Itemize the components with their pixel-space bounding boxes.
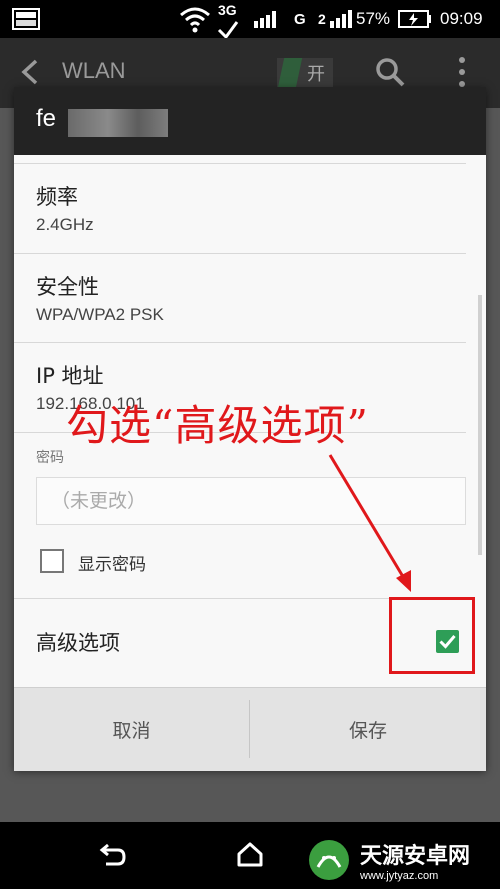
show-password-checkbox[interactable] — [40, 549, 64, 573]
security-value: WPA/WPA2 PSK — [36, 305, 164, 324]
status-bar: 3G G 2 57% 09:09 — [0, 0, 500, 40]
frequency-value: 2.4GHz — [36, 215, 94, 234]
watermark-text: 天源安卓网 www.jytyaz.com — [360, 838, 470, 882]
wlan-toggle[interactable]: 开 — [277, 58, 333, 88]
home-icon[interactable] — [236, 840, 264, 872]
divider — [14, 342, 466, 343]
divider — [14, 163, 466, 164]
redacted-name-blur — [68, 109, 168, 137]
network-2-label: 2 — [318, 11, 326, 27]
back-nav-icon[interactable] — [98, 842, 126, 872]
clock: 09:09 — [440, 9, 483, 28]
dialog-footer: 取消 保存 — [14, 687, 486, 771]
password-input[interactable] — [37, 478, 465, 524]
back-icon[interactable] — [18, 58, 42, 90]
wifi-icon — [178, 0, 212, 38]
password-label: 密码 — [36, 450, 64, 466]
advanced-options-label: 高级选项 — [36, 631, 120, 655]
toggle-indicator — [277, 58, 303, 88]
network-g-label: G — [294, 10, 306, 28]
frequency-label: 频率 — [36, 185, 78, 209]
save-button[interactable]: 保存 — [250, 688, 486, 771]
password-field[interactable] — [36, 477, 466, 525]
watermark-url: www.jytyaz.com — [360, 870, 439, 882]
annotation-highlight-box — [389, 597, 475, 674]
watermark: 天源安卓网 www.jytyaz.com — [306, 836, 470, 884]
divider — [14, 253, 466, 254]
toggle-label: 开 — [307, 64, 325, 85]
scrollbar[interactable] — [478, 295, 482, 555]
dialog-header: fe — [14, 87, 486, 155]
signal-icon-2 — [328, 0, 352, 38]
annotation-text: 勾选“高级选项” — [66, 401, 369, 450]
battery-percent: 57% — [356, 9, 391, 28]
page-title: WLAN — [62, 58, 126, 83]
signal-icon — [252, 0, 278, 38]
security-label: 安全性 — [36, 275, 99, 299]
network-name: fe — [36, 105, 57, 132]
show-password-label: 显示密码 — [78, 555, 146, 575]
cancel-button[interactable]: 取消 — [14, 688, 249, 771]
battery-charging-icon — [398, 0, 432, 38]
watermark-title: 天源安卓网 — [360, 844, 471, 869]
image-icon — [12, 0, 40, 38]
watermark-logo-icon — [309, 840, 349, 880]
ip-address-label: IP 地址 — [36, 364, 104, 388]
